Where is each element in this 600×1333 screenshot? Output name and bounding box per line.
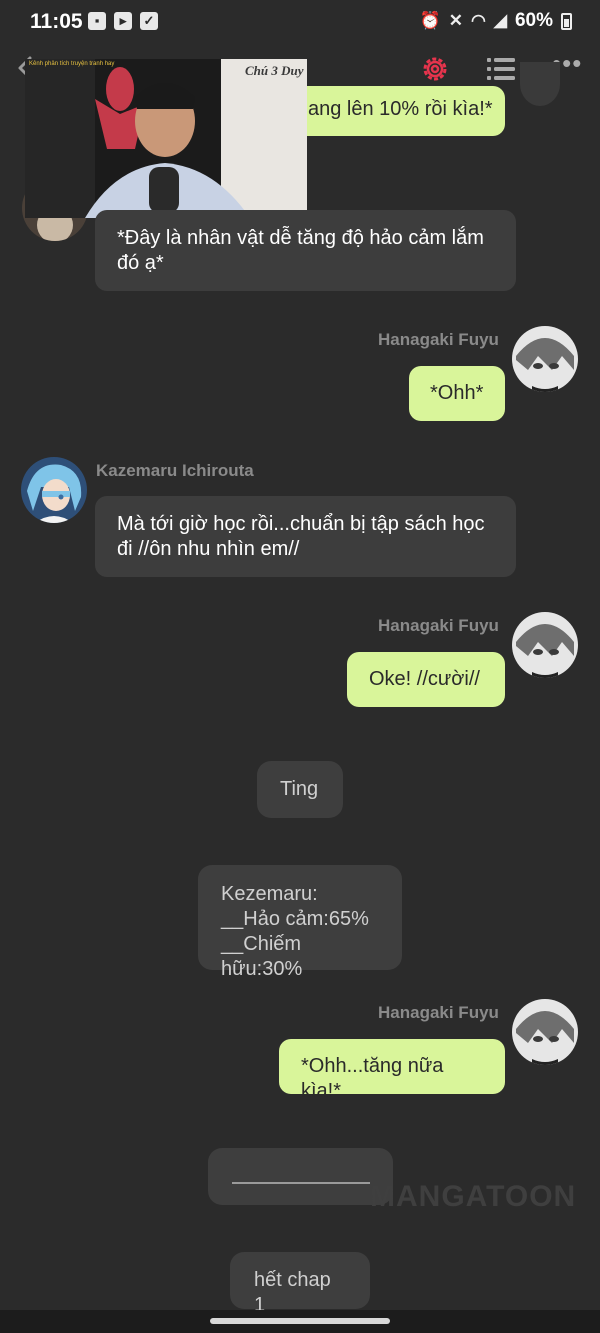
battery-percent: 60%	[514, 10, 553, 31]
message-text: hết chap 1	[254, 1269, 331, 1316]
sender-name: Hanagaki Fuyu	[378, 330, 499, 349]
avatar-hanagaki[interactable]	[512, 326, 578, 392]
chat-bubble-me: *Ohh*	[409, 366, 505, 421]
mangatoon-watermark: MANGATOON	[370, 1180, 577, 1213]
message-text: Oke! //cười//	[369, 668, 480, 690]
system-message: Ting	[257, 761, 343, 818]
home-gesture-handle[interactable]	[210, 1318, 390, 1324]
divider-line	[232, 1182, 370, 1184]
status-time: 11:05	[30, 10, 83, 33]
gallery-notification-icon: ▪	[88, 12, 106, 30]
avatar-hanagaki[interactable]	[512, 999, 578, 1065]
chat-bubble-me: *Ohh...tăng nữa kìa!*	[279, 1039, 505, 1102]
wifi-icon: ◠	[471, 11, 486, 30]
message-text: *Đây là nhân vật dễ tăng độ hảo cảm lắm …	[117, 227, 484, 274]
message-text: Mà tới giờ học rồi...chuẩn bị tập sách h…	[117, 513, 485, 560]
system-message-divider	[208, 1148, 393, 1205]
app-notification-icon: ▸	[114, 12, 132, 30]
chat-bubble-me: ang lên 10% rồi kìa!*	[300, 86, 505, 136]
sender-name: Hanagaki Fuyu	[378, 1003, 499, 1022]
system-message-end: hết chap 1	[230, 1252, 370, 1316]
chapter-list-icon[interactable]	[486, 55, 516, 83]
message-text: ang lên 10% rồi kìa!*	[308, 98, 493, 120]
stats-line: __Chiếm hữu:30%	[221, 933, 303, 980]
avatar-partial	[520, 62, 560, 106]
signal-icon: ◢	[493, 11, 507, 30]
mute-icon: ✕	[448, 11, 464, 30]
message-text: Ting	[280, 778, 319, 800]
sender-name: Kazemaru Ichirouta	[96, 461, 254, 480]
message-text: *Ohh*	[430, 382, 484, 404]
chat-bubble-other: *Đây là nhân vật dễ tăng độ hảo cảm lắm …	[95, 210, 516, 291]
battery-icon	[561, 12, 572, 30]
status-right: ⏰ ✕ ◠ ◢ 60%	[420, 10, 572, 32]
video-frame	[25, 59, 307, 218]
chat-bubble-other: Mà tới giờ học rồi...chuẩn bị tập sách h…	[95, 496, 516, 577]
notification-icons: ▪ ▸ ✓	[88, 12, 158, 30]
system-message-stats: Kezemaru: __Hảo cảm:65% __Chiếm hữu:30%	[198, 865, 402, 980]
stats-line: __Hảo cảm:65%	[221, 908, 369, 930]
message-text: *Ohh...tăng nữa kìa!*	[301, 1055, 444, 1102]
avatar-kazemaru[interactable]	[21, 457, 87, 523]
floating-video-player[interactable]: Kênh phân tích truyện tranh hay Chú 3 Du…	[25, 59, 307, 218]
status-bar: 11:05 ▪ ▸ ✓ ⏰ ✕ ◠ ◢ 60%	[0, 0, 600, 44]
gear-icon[interactable]	[420, 54, 450, 84]
avatar-hanagaki[interactable]	[512, 612, 578, 678]
chat-bubble-me: Oke! //cười//	[347, 652, 505, 707]
video-caption: Kênh phân tích truyện tranh hay	[29, 61, 115, 67]
video-logo: Chú 3 Duy	[245, 63, 304, 78]
check-notification-icon: ✓	[140, 12, 158, 30]
sender-name: Hanagaki Fuyu	[378, 616, 499, 635]
stats-line: Kezemaru:	[221, 883, 318, 905]
alarm-icon: ⏰	[419, 11, 441, 30]
